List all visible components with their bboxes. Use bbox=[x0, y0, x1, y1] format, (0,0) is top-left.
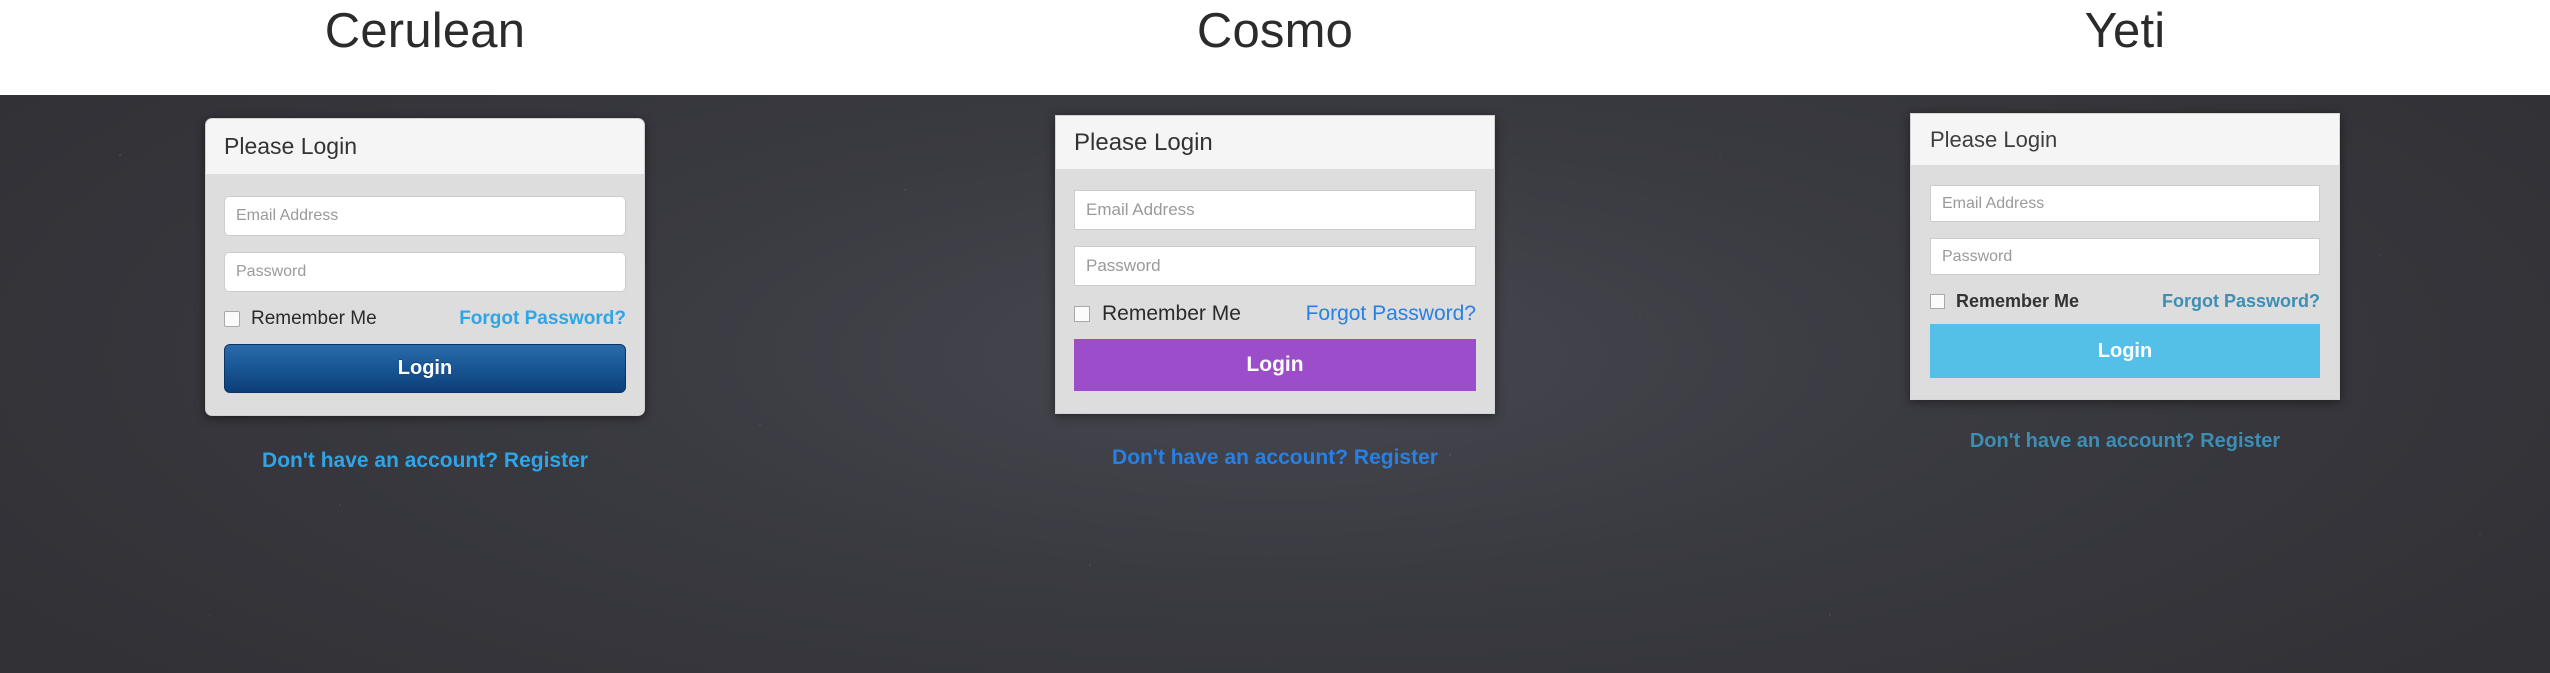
theme-panel-yeti: Please Login Remember Me Forgot Password… bbox=[1700, 95, 2550, 673]
login-button-cerulean[interactable]: Login bbox=[224, 344, 626, 393]
remember-me-label-yeti: Remember Me bbox=[1956, 291, 2079, 312]
options-row-yeti: Remember Me Forgot Password? bbox=[1930, 291, 2320, 312]
theme-columns: Please Login Remember Me Forgot Password… bbox=[0, 95, 2550, 673]
theme-panel-cosmo: Please Login Remember Me Forgot Password… bbox=[850, 95, 1700, 673]
forgot-password-link-cosmo[interactable]: Forgot Password? bbox=[1306, 302, 1476, 326]
card-title-cosmo: Please Login bbox=[1074, 129, 1213, 157]
remember-me-cerulean[interactable]: Remember Me bbox=[224, 308, 377, 330]
remember-me-yeti[interactable]: Remember Me bbox=[1930, 291, 2079, 312]
email-input-yeti[interactable] bbox=[1930, 185, 2320, 222]
password-input-cosmo[interactable] bbox=[1074, 246, 1476, 286]
email-input-cosmo[interactable] bbox=[1074, 190, 1476, 230]
theme-titles-band: Cerulean Cosmo Yeti bbox=[0, 0, 2550, 95]
card-body-yeti: Remember Me Forgot Password? Login bbox=[1911, 166, 2339, 399]
card-header-cosmo: Please Login bbox=[1056, 116, 1494, 170]
card-body-cosmo: Remember Me Forgot Password? Login bbox=[1056, 170, 1494, 413]
card-header-yeti: Please Login bbox=[1911, 114, 2339, 166]
options-row-cosmo: Remember Me Forgot Password? bbox=[1074, 302, 1476, 326]
theme-title-cell-cerulean: Cerulean bbox=[0, 0, 850, 95]
options-row-cerulean: Remember Me Forgot Password? bbox=[224, 308, 626, 330]
login-card-cosmo: Please Login Remember Me Forgot Password… bbox=[1055, 115, 1495, 414]
login-card-yeti: Please Login Remember Me Forgot Password… bbox=[1910, 113, 2340, 400]
card-body-cerulean: Remember Me Forgot Password? Login bbox=[206, 175, 644, 415]
card-title-cerulean: Please Login bbox=[224, 133, 357, 160]
password-input-yeti[interactable] bbox=[1930, 238, 2320, 275]
theme-panel-cerulean: Please Login Remember Me Forgot Password… bbox=[0, 95, 850, 673]
forgot-password-link-cerulean[interactable]: Forgot Password? bbox=[459, 308, 626, 330]
forgot-password-link-yeti[interactable]: Forgot Password? bbox=[2162, 291, 2320, 312]
checkbox-icon[interactable] bbox=[1074, 306, 1090, 322]
checkbox-icon[interactable] bbox=[224, 311, 240, 327]
checkbox-icon[interactable] bbox=[1930, 294, 1945, 309]
login-button-cosmo[interactable]: Login bbox=[1074, 339, 1476, 391]
register-link-cerulean[interactable]: Don't have an account? Register bbox=[262, 449, 588, 473]
theme-title-cell-yeti: Yeti bbox=[1700, 0, 2550, 95]
login-button-yeti[interactable]: Login bbox=[1930, 324, 2320, 378]
register-link-cosmo[interactable]: Don't have an account? Register bbox=[1112, 446, 1438, 470]
login-card-cerulean: Please Login Remember Me Forgot Password… bbox=[205, 118, 645, 416]
remember-me-label-cosmo: Remember Me bbox=[1102, 302, 1241, 326]
card-title-yeti: Please Login bbox=[1930, 127, 2057, 153]
theme-title-cell-cosmo: Cosmo bbox=[850, 0, 1700, 95]
remember-me-cosmo[interactable]: Remember Me bbox=[1074, 302, 1241, 326]
starfield-background: Please Login Remember Me Forgot Password… bbox=[0, 95, 2550, 673]
register-link-yeti[interactable]: Don't have an account? Register bbox=[1970, 430, 2280, 453]
remember-me-label-cerulean: Remember Me bbox=[251, 308, 377, 330]
theme-comparison-page: Cerulean Cosmo Yeti Please Login bbox=[0, 0, 2550, 673]
email-input-cerulean[interactable] bbox=[224, 196, 626, 236]
theme-title-yeti: Yeti bbox=[2085, 6, 2166, 57]
theme-title-cosmo: Cosmo bbox=[1197, 6, 1353, 57]
theme-title-cerulean: Cerulean bbox=[325, 6, 525, 57]
password-input-cerulean[interactable] bbox=[224, 252, 626, 292]
card-header-cerulean: Please Login bbox=[206, 119, 644, 175]
